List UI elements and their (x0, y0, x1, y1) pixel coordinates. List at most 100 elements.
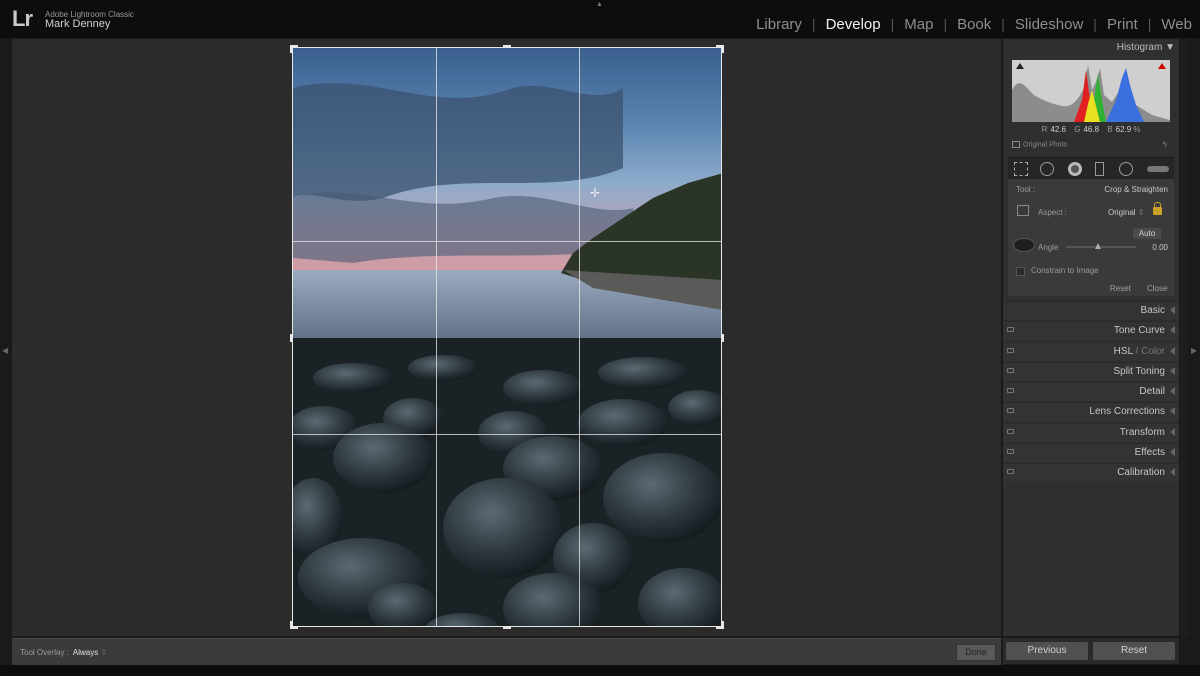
panel-switch-icon[interactable] (1007, 408, 1014, 414)
crop-grid-line (436, 48, 437, 626)
left-panel-toggle-icon[interactable]: ◀ (2, 346, 8, 355)
module-print[interactable]: Print (1097, 16, 1148, 33)
panel-switch-icon[interactable] (1007, 428, 1014, 434)
crop-grid-line (293, 241, 721, 242)
crop-close-button[interactable]: Close (1147, 284, 1167, 293)
expand-triangle-icon[interactable] (1170, 387, 1175, 396)
crop-frame-icon[interactable] (1017, 205, 1029, 216)
previous-button[interactable]: Previous (1006, 642, 1088, 660)
spot-removal-icon[interactable] (1040, 162, 1054, 176)
lightning-icon[interactable]: ϟ (1163, 140, 1167, 149)
r-label: R (1041, 125, 1048, 134)
angle-value[interactable]: 0.00 (1152, 243, 1168, 252)
section-title: Basic (1140, 305, 1165, 316)
histogram-header[interactable]: Histogram ▼ (1003, 42, 1175, 53)
done-button[interactable]: Done (956, 644, 996, 661)
crop-handle-bottom-right[interactable] (722, 621, 724, 629)
panel-switch-icon[interactable] (1007, 388, 1014, 394)
graduated-filter-icon[interactable] (1095, 162, 1104, 176)
crop-handle-left[interactable] (290, 334, 292, 342)
section-basic[interactable]: Basic (1003, 301, 1179, 320)
module-library[interactable]: Library (746, 16, 812, 33)
section-hsl-color[interactable]: HSL / Color (1003, 341, 1179, 361)
radial-filter-icon[interactable] (1119, 162, 1133, 176)
constrain-label: Constrain to Image (1031, 266, 1099, 275)
tool-label: Tool : (1016, 185, 1036, 194)
bottom-toolbar: Tool Overlay : Always ⇕ Done (12, 638, 1001, 665)
r-value: 42.6 (1050, 125, 1067, 134)
crop-handle-top-left[interactable] (290, 45, 292, 53)
section-title-secondary[interactable]: / Color (1133, 346, 1165, 357)
crop-handle-bottom[interactable] (503, 627, 511, 629)
top-panel-toggle-icon[interactable]: ▲ (596, 1, 603, 8)
tool-overlay-label: Tool Overlay : (20, 648, 69, 657)
expand-triangle-icon[interactable] (1170, 427, 1175, 436)
straighten-level-icon[interactable] (1013, 238, 1035, 252)
develop-sections: Basic Tone Curve HSL / Color Split Tonin… (1003, 301, 1179, 484)
tool-overlay-select[interactable]: Tool Overlay : Always ⇕ (20, 648, 107, 657)
section-effects[interactable]: Effects (1003, 443, 1179, 463)
right-panel: Histogram ▼ R 42.6 G 46.8 B 62.9% Original … (1003, 39, 1179, 636)
b-label: B (1107, 125, 1113, 134)
crop-reset-button[interactable]: Reset (1110, 284, 1131, 293)
histogram (1012, 60, 1170, 122)
section-calibration[interactable]: Calibration (1003, 463, 1179, 483)
expand-triangle-icon[interactable] (1170, 346, 1175, 355)
angle-slider[interactable] (1066, 246, 1136, 248)
panel-switch-icon[interactable] (1007, 347, 1014, 353)
expand-triangle-icon[interactable] (1170, 306, 1175, 314)
module-book[interactable]: Book (947, 16, 1001, 33)
expand-triangle-icon[interactable] (1170, 366, 1175, 375)
section-tone-curve[interactable]: Tone Curve (1003, 321, 1179, 341)
landscape-photo (293, 48, 721, 626)
photo-crop-area[interactable]: ✛ (292, 47, 722, 627)
constrain-checkbox[interactable] (1016, 267, 1025, 276)
shadow-clipping-icon[interactable] (1016, 63, 1024, 69)
module-slideshow[interactable]: Slideshow (1005, 16, 1093, 33)
aspect-value[interactable]: Original (1108, 208, 1136, 217)
aspect-label: Aspect : (1038, 208, 1067, 217)
section-detail[interactable]: Detail (1003, 382, 1179, 402)
lock-icon[interactable] (1153, 202, 1162, 215)
section-split-toning[interactable]: Split Toning (1003, 361, 1179, 381)
identity-bar: Lr Adobe Lightroom Classic Mark Denney ▲… (0, 0, 1200, 38)
module-map[interactable]: Map (894, 16, 943, 33)
panel-switch-icon[interactable] (1007, 367, 1014, 373)
module-web[interactable]: Web (1151, 16, 1200, 33)
expand-triangle-icon[interactable] (1170, 326, 1175, 335)
red-eye-icon[interactable] (1068, 162, 1082, 176)
right-panel-toggle-icon[interactable]: ▶ (1191, 346, 1197, 355)
crop-grid-line (579, 48, 580, 626)
crop-handle-top-right[interactable] (722, 45, 724, 53)
crop-cursor-icon: ✛ (590, 186, 601, 200)
percent-sign: % (1133, 125, 1141, 134)
module-develop[interactable]: Develop (816, 16, 891, 33)
expand-triangle-icon[interactable] (1170, 448, 1175, 457)
aspect-select[interactable]: Original ⇕ (1108, 208, 1145, 217)
right-panel-scrollbar[interactable] (1180, 39, 1188, 636)
auto-straighten-button[interactable]: Auto (1133, 228, 1161, 239)
panel-switch-icon[interactable] (1007, 469, 1014, 475)
section-title: Transform (1119, 426, 1165, 438)
crop-handle-bottom-left[interactable] (290, 621, 292, 629)
original-photo-label: Original Photo (1023, 141, 1068, 149)
expand-triangle-icon[interactable] (1170, 407, 1175, 416)
expand-triangle-icon[interactable] (1170, 468, 1175, 477)
crop-overlay-icon[interactable] (1014, 162, 1028, 176)
section-title: Calibration (1117, 467, 1165, 479)
panel-switch-icon[interactable] (1007, 449, 1014, 455)
crop-handle-top[interactable] (503, 45, 511, 47)
section-lens-corrections[interactable]: Lens Corrections (1003, 402, 1179, 422)
reset-button[interactable]: Reset (1093, 642, 1175, 660)
highlight-clipping-icon[interactable] (1158, 63, 1166, 69)
collapse-triangle-icon[interactable]: ▼ (1165, 42, 1175, 53)
module-picker: Library | Develop | Map | Book | Slideshow | … (746, 14, 1200, 34)
panel-switch-icon[interactable] (1007, 327, 1014, 333)
crop-handle-right[interactable] (722, 334, 724, 342)
tool-overlay-value[interactable]: Always (73, 648, 98, 657)
angle-slider-thumb[interactable] (1095, 243, 1101, 249)
section-transform[interactable]: Transform (1003, 422, 1179, 442)
adjustment-brush-icon[interactable] (1147, 166, 1169, 172)
user-name: Mark Denney (45, 18, 111, 30)
section-title: Effects (1134, 447, 1165, 459)
